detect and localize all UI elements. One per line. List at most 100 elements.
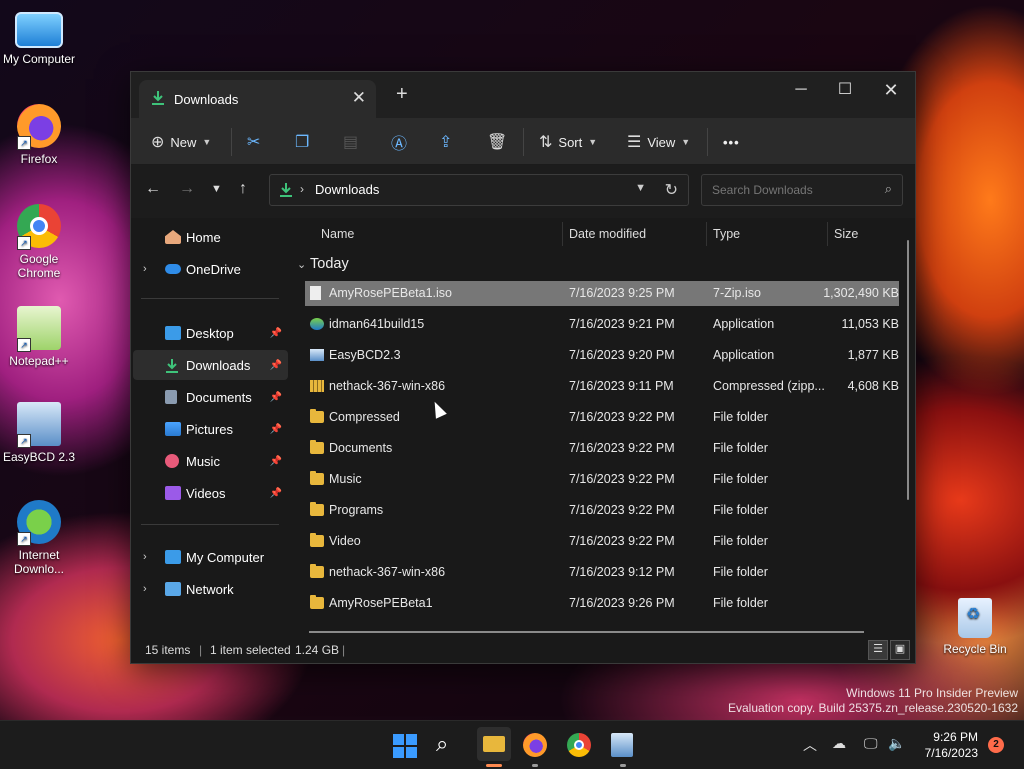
details-view-button[interactable]: ☰ [868, 640, 888, 660]
desktop-icon-easybcd[interactable]: ↗ EasyBCD 2.3 [0, 402, 78, 464]
file-type: File folder [713, 596, 768, 610]
desktop-icon-my-computer[interactable]: My Computer [0, 8, 78, 66]
expand-chevron-icon[interactable]: › [143, 551, 147, 563]
download-icon [279, 182, 293, 201]
file-row[interactable]: nethack-367-win-x86 7/16/2023 9:12 PM Fi… [305, 560, 899, 585]
taskbar: ⌕ ︿ ☁ 🖵 🔈 9:26 PM 7/16/2023 2 [0, 720, 1024, 769]
file-name: nethack-367-win-x86 [329, 565, 446, 579]
file-row[interactable]: AmyRosePEBeta1 7/16/2023 9:26 PM File fo… [305, 591, 899, 616]
forward-button[interactable]: → [179, 180, 195, 198]
minimize-button[interactable]: ─ [778, 76, 824, 106]
sidebar-item-label: OneDrive [186, 261, 241, 277]
up-button[interactable]: ↑ [239, 180, 247, 198]
more-options-button[interactable]: ••• [723, 127, 740, 157]
sidebar-item-network[interactable]: › Network [133, 574, 288, 604]
file-row[interactable]: Documents 7/16/2023 9:22 PM File folder [305, 436, 899, 461]
refresh-icon[interactable]: ↻ [665, 180, 678, 200]
monitor-icon [165, 550, 181, 564]
sidebar-item-desktop[interactable]: Desktop 📌 [133, 318, 288, 348]
taskbar-chrome[interactable] [565, 731, 593, 759]
file-name: Documents [329, 441, 393, 455]
onedrive-offline-icon[interactable]: ☁ [832, 735, 846, 752]
file-name: idman641build15 [329, 317, 425, 331]
sidebar-item-onedrive[interactable]: › OneDrive [133, 254, 288, 284]
close-window-button[interactable]: ✕ [868, 76, 914, 106]
file-row[interactable]: nethack-367-win-x86 7/16/2023 9:11 PM Co… [305, 374, 899, 399]
tab-downloads[interactable]: Downloads ✕ [139, 80, 376, 118]
breadcrumb[interactable]: Downloads [315, 182, 379, 197]
firefox-icon [523, 733, 547, 757]
view-list-icon: ☰ [627, 134, 642, 151]
desktop-icon-firefox[interactable]: ↗ Firefox [0, 104, 78, 166]
file-row[interactable]: idman641build15 7/16/2023 9:21 PM Applic… [305, 312, 899, 337]
taskbar-easybcd[interactable] [609, 731, 637, 759]
address-bar[interactable]: › Downloads ▼ ↻ [269, 174, 689, 206]
taskbar-firefox[interactable] [521, 731, 549, 759]
file-row[interactable]: AmyRosePEBeta1.iso 7/16/2023 9:25 PM 7-Z… [305, 281, 899, 306]
column-header-name[interactable]: Name [291, 218, 561, 250]
volume-icon[interactable]: 🔈 [888, 735, 905, 752]
search-button[interactable]: ⌕ [434, 731, 462, 759]
sidebar-item-music[interactable]: Music 📌 [133, 446, 288, 476]
desktop-icon-internet-download-manager[interactable]: ↗ Internet Downlo... [0, 500, 78, 576]
sidebar-item-documents[interactable]: Documents 📌 [133, 382, 288, 412]
selection-size: 1.24 GB [295, 643, 340, 657]
search-input[interactable] [710, 182, 874, 198]
sort-button[interactable]: ⇅ Sort ▼ [539, 127, 597, 157]
music-icon [165, 454, 179, 468]
maximize-button[interactable]: ☐ [822, 76, 868, 106]
cut-button[interactable]: ✂ [247, 127, 260, 157]
new-tab-button[interactable]: + [396, 84, 408, 104]
vertical-scrollbar[interactable] [907, 240, 909, 500]
shortcut-arrow-icon: ↗ [17, 532, 31, 546]
file-row[interactable]: EasyBCD2.3 7/16/2023 9:20 PM Application… [305, 343, 899, 368]
recent-locations-button[interactable]: ▼ [211, 183, 222, 195]
address-dropdown-icon[interactable]: ▼ [635, 182, 646, 194]
column-header-size[interactable]: Size [828, 218, 908, 250]
start-button[interactable] [390, 731, 418, 759]
paste-button[interactable]: ▤ [343, 127, 358, 157]
show-hidden-icons-chevron-icon[interactable]: ︿ [803, 735, 817, 755]
search-box[interactable]: ⌕ [701, 174, 903, 206]
sidebar-item-my-computer[interactable]: › My Computer [133, 542, 288, 572]
status-divider: | [199, 643, 203, 657]
chrome-icon: ↗ [17, 204, 61, 250]
desktop-icon-label: Google Chrome [17, 252, 61, 280]
taskbar-file-explorer[interactable] [477, 727, 511, 761]
file-row[interactable]: Compressed 7/16/2023 9:22 PM File folder [305, 405, 899, 430]
file-row[interactable]: Video 7/16/2023 9:22 PM File folder [305, 529, 899, 554]
sidebar-item-videos[interactable]: Videos 📌 [133, 478, 288, 508]
view-button[interactable]: ☰ View ▼ [627, 127, 690, 157]
share-button[interactable]: ⇪ [439, 127, 452, 157]
delete-button[interactable]: 🗑 [487, 127, 507, 157]
expand-chevron-icon[interactable]: › [143, 263, 147, 275]
rename-button[interactable]: Ⓐ [391, 127, 407, 157]
desktop-icon-notepadpp[interactable]: ↗ Notepad++ [0, 306, 78, 368]
column-label: Type [713, 227, 741, 241]
column-header-date[interactable]: Date modified [563, 218, 705, 250]
notification-badge[interactable]: 2 [988, 737, 1004, 753]
paste-icon: ▤ [343, 134, 359, 151]
horizontal-scrollbar[interactable] [309, 631, 864, 633]
expand-chevron-icon[interactable]: › [143, 583, 147, 595]
close-tab-icon[interactable]: ✕ [352, 88, 366, 108]
sidebar-item-home[interactable]: Home [133, 222, 288, 252]
desktop-icon-recycle-bin[interactable]: ♻ Recycle Bin [936, 598, 1014, 656]
back-button[interactable]: ← [145, 180, 161, 198]
sidebar-item-downloads[interactable]: Downloads 📌 [133, 350, 288, 380]
copy-button[interactable]: ❐ [295, 127, 309, 157]
plus-circle-icon: ⊕ [151, 134, 165, 151]
file-row[interactable]: Music 7/16/2023 9:22 PM File folder [305, 467, 899, 492]
command-bar: ⊕ New ▼ ✂ ❐ ▤ Ⓐ ⇪ 🗑 ⇅ Sort ▼ ☰ View ▼ ••… [131, 118, 915, 165]
file-row[interactable]: Programs 7/16/2023 9:22 PM File folder [305, 498, 899, 523]
new-button[interactable]: ⊕ New ▼ [151, 127, 211, 157]
column-header-type[interactable]: Type [707, 218, 827, 250]
sidebar-item-pictures[interactable]: Pictures 📌 [133, 414, 288, 444]
tiles-view-button[interactable]: ▣ [890, 640, 910, 660]
file-date: 7/16/2023 9:21 PM [569, 317, 675, 331]
group-header-today[interactable]: ⌄ Today [297, 256, 349, 272]
network-icon[interactable]: 🖵 [864, 735, 878, 752]
system-clock[interactable]: 9:26 PM 7/16/2023 [910, 729, 978, 761]
desktop-icon-chrome[interactable]: ↗ Google Chrome [0, 204, 78, 280]
divider [231, 128, 232, 156]
